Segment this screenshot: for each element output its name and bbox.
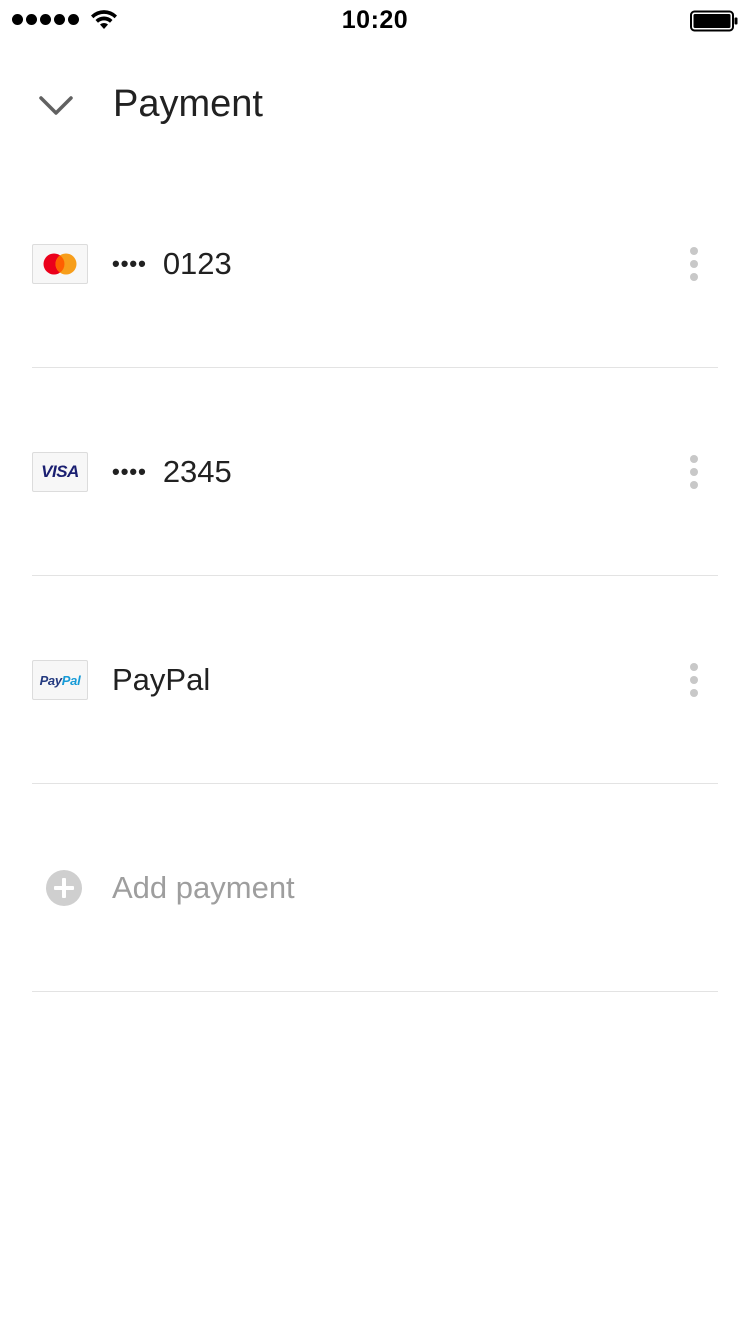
- card-last4: 0123: [162, 246, 232, 281]
- header: Payment: [0, 70, 750, 140]
- more-vertical-icon[interactable]: [680, 448, 708, 496]
- card-mask: ••••: [112, 459, 147, 484]
- payment-method-paypal[interactable]: PayPal PayPal: [32, 576, 718, 784]
- payment-method-visa[interactable]: VISA •••• 2345: [32, 368, 718, 576]
- more-vertical-icon[interactable]: [680, 656, 708, 704]
- paypal-logo-icon: PayPal: [32, 660, 88, 700]
- card-mask: ••••: [112, 251, 147, 276]
- add-payment-label: Add payment: [112, 870, 295, 905]
- card-last4: 2345: [162, 454, 232, 489]
- chevron-down-icon: [39, 96, 73, 115]
- payment-list: •••• 0123 VISA •••• 2345 PayPal PayPal A…: [32, 160, 718, 992]
- mastercard-logo-icon: [32, 244, 88, 284]
- more-vertical-icon[interactable]: [680, 240, 708, 288]
- payment-screen: 10:20 Payment •••• 0123 VISA •••• 2345 P…: [0, 0, 750, 1334]
- add-payment-button[interactable]: Add payment: [32, 784, 718, 992]
- collapse-button[interactable]: [32, 84, 80, 128]
- paypal-label: PayPal: [112, 662, 211, 697]
- page-title: Payment: [113, 83, 263, 125]
- payment-label: •••• 2345: [112, 450, 232, 494]
- payment-label: •••• 0123: [112, 242, 232, 286]
- payment-method-mastercard[interactable]: •••• 0123: [32, 160, 718, 368]
- status-bar: 10:20: [0, 0, 750, 40]
- add-circle-icon: [46, 870, 82, 906]
- visa-logo-icon: VISA: [32, 452, 88, 492]
- battery-full-icon: [690, 10, 738, 32]
- status-time: 10:20: [341, 6, 409, 34]
- payment-label: PayPal: [112, 658, 210, 702]
